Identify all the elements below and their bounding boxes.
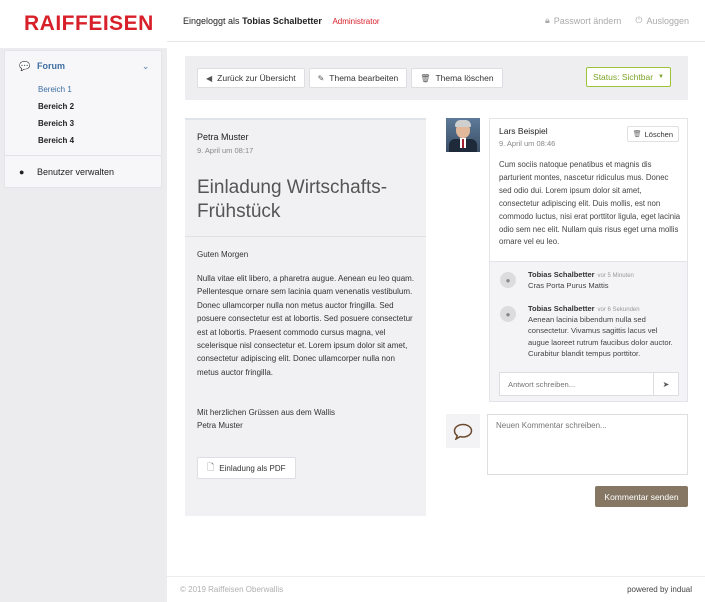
- lock-icon: 🔒︎: [544, 15, 550, 25]
- status-label: Status: Sichtbar: [593, 72, 654, 82]
- sidebar: RAIFFEISEN 💬 Forum ⌄ Bereich 1 Bereich 2…: [0, 0, 167, 602]
- comment-bubble-icon: [446, 414, 480, 448]
- delete-comment-button[interactable]: 🗑︎ Löschen: [626, 126, 679, 142]
- post-body: Nulla vitae elit libero, a pharetra augu…: [197, 274, 415, 377]
- logout-label: Ausloggen: [646, 15, 689, 26]
- sidebar-subitem-bereich-3[interactable]: Bereich 3: [5, 115, 161, 132]
- topic-post: Petra Muster 9. April um 08:17 Einladung…: [185, 118, 426, 516]
- sidebar-subitem-bereich-4[interactable]: Bereich 4: [5, 132, 161, 149]
- post-author: Petra Muster: [197, 132, 249, 142]
- reply-box: ➤: [499, 372, 679, 396]
- divider: [185, 236, 426, 237]
- comments-icon: 💬: [19, 60, 31, 71]
- divider: [5, 155, 161, 156]
- post-closing: Mit herzlichen Grüssen aus dem Wallis Pe…: [197, 408, 335, 431]
- logout-link[interactable]: ⏻ Ausloggen: [635, 15, 689, 26]
- user-avatar-icon: ●: [500, 272, 516, 288]
- powered-by-link[interactable]: powered by indual: [627, 585, 692, 594]
- button-label: Thema löschen: [435, 73, 494, 83]
- logged-in-info: Eingeloggt als Tobias Schalbetter Admini…: [183, 16, 380, 26]
- button-label: Einladung als PDF: [219, 463, 286, 473]
- comment-text: Cum sociis natoque penatibus et magnis d…: [499, 160, 681, 247]
- reply-text: Aenean lacinia bibendum nulla sed consec…: [528, 315, 673, 358]
- top-header: Eingeloggt als Tobias Schalbetter Admini…: [167, 0, 705, 42]
- trash-icon: 🗑︎: [420, 73, 431, 83]
- trash-icon: 🗑︎: [632, 131, 642, 138]
- reply-author: Tobias Schalbetter vor 5 Minuten: [528, 270, 634, 279]
- send-icon[interactable]: ➤: [653, 373, 678, 395]
- comment-card: Lars Beispiel 9. April um 08:46 🗑︎ Lösch…: [489, 118, 688, 402]
- delete-topic-button[interactable]: 🗑︎ Thema löschen: [411, 68, 503, 88]
- footer: © 2019 Raiffeisen Oberwallis powered by …: [167, 576, 705, 602]
- logo-area: RAIFFEISEN: [0, 0, 167, 48]
- reply-author: Tobias Schalbetter vor 6 Sekunden: [528, 304, 640, 313]
- post-date: 9. April um 08:17: [197, 146, 254, 155]
- button-label: Thema bearbeiten: [329, 73, 399, 83]
- sidebar-item-manage-users[interactable]: ● Benutzer verwalten: [5, 161, 114, 183]
- current-user-name: Tobias Schalbetter: [242, 15, 322, 26]
- user-icon: ●: [19, 167, 25, 177]
- button-label: Zurück zur Übersicht: [217, 73, 296, 83]
- change-password-label: Passwort ändern: [553, 15, 622, 26]
- reply-input[interactable]: [500, 373, 653, 395]
- pencil-icon: ✎: [317, 73, 325, 83]
- sidebar-item-forum[interactable]: 💬 Forum ⌄: [5, 51, 161, 81]
- edit-topic-button[interactable]: ✎ Thema bearbeiten: [308, 68, 408, 88]
- file-icon: 🗋: [207, 462, 215, 472]
- sidebar-item-label: Benutzer verwalten: [37, 167, 115, 177]
- logo[interactable]: RAIFFEISEN: [24, 12, 154, 36]
- nav-card: 💬 Forum ⌄ Bereich 1 Bereich 2 Bereich 3 …: [4, 50, 162, 188]
- sidebar-item-label: Forum: [37, 61, 65, 71]
- arrow-left-circle-icon: ◀: [206, 73, 213, 83]
- header-actions: 🔒︎ Passwort ändern ⏻ Ausloggen: [531, 15, 705, 26]
- new-comment-input[interactable]: [487, 414, 688, 475]
- user-avatar-icon: ●: [500, 306, 516, 322]
- comment-author: Lars Beispiel: [499, 126, 548, 136]
- topic-toolbar: ◀ Zurück zur Übersicht ✎ Thema bearbeite…: [185, 56, 688, 100]
- reply-item: ● Tobias Schalbetter vor 5 Minuten Cras P…: [500, 270, 680, 291]
- role-badge: Administrator: [332, 16, 380, 26]
- reply-time: vor 5 Minuten: [597, 273, 634, 279]
- copyright-text: © 2019 Raiffeisen Oberwallis: [180, 585, 284, 594]
- avatar: [446, 118, 480, 152]
- power-icon: ⏻: [635, 15, 643, 25]
- status-dropdown[interactable]: Status: Sichtbar ▼: [586, 67, 671, 87]
- caret-down-icon: ▼: [658, 74, 664, 80]
- reply-item: ● Tobias Schalbetter vor 6 Sekunden Aenea…: [500, 304, 680, 359]
- logged-in-prefix: Eingeloggt als: [183, 15, 240, 26]
- submit-comment-button[interactable]: Kommentar senden: [595, 486, 688, 507]
- back-to-overview-button[interactable]: ◀ Zurück zur Übersicht: [197, 68, 305, 88]
- pdf-download-button[interactable]: 🗋 Einladung als PDF: [197, 457, 296, 479]
- reply-time: vor 6 Sekunden: [597, 307, 640, 313]
- post-greeting: Guten Morgen: [197, 250, 249, 259]
- button-label: Löschen: [644, 129, 673, 139]
- replies-section: ● Tobias Schalbetter vor 5 Minuten Cras P…: [490, 261, 687, 401]
- change-password-link[interactable]: 🔒︎ Passwort ändern: [545, 15, 621, 26]
- chevron-down-icon[interactable]: ⌄: [142, 62, 149, 71]
- sidebar-subitem-bereich-1[interactable]: Bereich 1: [5, 81, 161, 98]
- comment-date: 9. April um 08:46: [499, 139, 556, 148]
- sidebar-subitem-bereich-2[interactable]: Bereich 2: [5, 98, 161, 115]
- reply-text: Cras Porta Purus Mattis: [528, 281, 609, 290]
- post-title: Einladung Wirtschafts-Frühstück: [197, 177, 388, 222]
